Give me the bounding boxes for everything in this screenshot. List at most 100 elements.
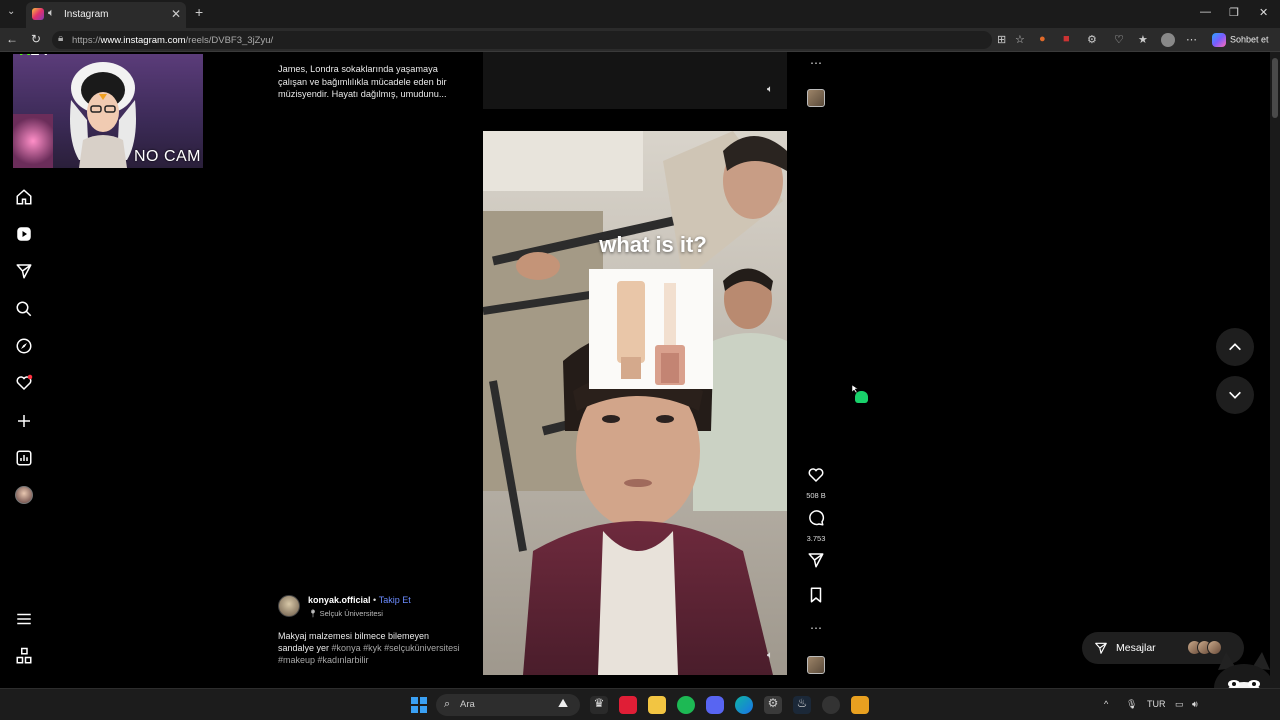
previous-reel-caption: James, Londra sokaklarında yaşamaya çalı… [278, 64, 447, 99]
search-highlight-icon: ⛰ [558, 696, 569, 710]
previous-reel-button[interactable] [1216, 328, 1254, 366]
previous-reel-audio-thumbnail[interactable] [807, 89, 825, 107]
tab-title: Instagram [64, 9, 109, 20]
tab-actions-chevron-icon[interactable]: ⌄ [7, 6, 15, 17]
previous-reel-video[interactable]: 🔈︎ [483, 52, 787, 109]
kick-badge: K24 [19, 54, 48, 60]
taskbar-search-placeholder: Ara [460, 699, 475, 710]
windows-start-icon[interactable] [411, 697, 427, 713]
follow-button[interactable]: Takip Et [379, 595, 411, 605]
also-from-meta-icon[interactable] [15, 647, 33, 665]
like-count: 508 B [806, 491, 826, 500]
maximize-icon[interactable]: ❐ [1229, 6, 1239, 19]
comment-count: 3.753 [806, 534, 826, 543]
reel-caption: Makyaj malzemesi bilmece bilemeyen sanda… [278, 630, 463, 666]
messages-label: Mesajlar [1116, 642, 1156, 654]
app-icon[interactable] [851, 696, 869, 714]
search-icon[interactable] [15, 300, 33, 318]
chevron-down-icon [1229, 391, 1241, 399]
app-icon[interactable]: ⚙ [764, 696, 782, 714]
performance-icon[interactable]: ♡ [1114, 33, 1124, 46]
steam-icon[interactable]: ♨ [793, 696, 811, 714]
streamer-webcam: K24 NO CAM [13, 54, 203, 168]
close-tab-icon[interactable]: ✕ [171, 7, 181, 21]
volume-icon[interactable]: 🔊︎ [1192, 699, 1198, 710]
input-language[interactable]: TUR [1147, 699, 1166, 709]
heart-icon [808, 468, 824, 483]
comment-button[interactable]: 3.753 [806, 509, 826, 543]
mute-icon[interactable]: 🔈︎ [767, 650, 773, 661]
file-explorer-icon[interactable] [648, 696, 666, 714]
copilot-button[interactable]: Sohbet et [1212, 33, 1269, 47]
new-tab-icon[interactable]: + [195, 4, 203, 20]
scrollbar-thumb[interactable] [1272, 58, 1278, 118]
author-avatar[interactable] [278, 595, 300, 617]
url-field[interactable]: 🔒︎ https://www.instagram.com/reels/DVBF3… [52, 31, 992, 49]
no-cam-label: NO CAM [134, 148, 201, 165]
audio-thumbnail[interactable] [807, 656, 825, 674]
more-icon[interactable]: ⋯ [1186, 33, 1197, 46]
microphone-icon[interactable]: 🎙︎ [1126, 699, 1137, 710]
instagram-favicon-icon [32, 8, 44, 20]
app-available-icon[interactable]: ⊞ [997, 33, 1006, 46]
browser-tab[interactable]: 🔈︎ Instagram ✕ [26, 2, 186, 28]
next-reel-button[interactable] [1216, 376, 1254, 414]
edge-icon[interactable] [735, 696, 753, 714]
url-text: https://www.instagram.com/reels/DVBF3_3j… [72, 35, 274, 46]
streamer-figure [70, 62, 136, 168]
bookmark-icon [810, 587, 822, 603]
spotify-icon[interactable] [677, 696, 695, 714]
author-username[interactable]: konyak.official [308, 595, 371, 605]
create-icon[interactable] [15, 412, 33, 430]
discord-icon[interactable] [706, 696, 724, 714]
address-bar-row: ← ↻ 🔒︎ https://www.instagram.com/reels/D… [0, 28, 1280, 52]
minimize-icon[interactable]: — [1200, 6, 1211, 18]
reels-icon[interactable] [15, 225, 33, 243]
menu-icon[interactable] [15, 610, 33, 628]
app-icon[interactable] [822, 696, 840, 714]
favorite-star-icon[interactable]: ☆ [1015, 33, 1025, 46]
app-icon[interactable]: ♛ [590, 696, 608, 714]
speaker-icon[interactable]: 🔈︎ [48, 7, 55, 20]
more-options-icon[interactable]: ⋯ [806, 621, 826, 635]
separator: • [373, 595, 377, 605]
direct-icon [1095, 642, 1107, 654]
location[interactable]: 📍︎ Selçuk Üniversitesi [308, 609, 383, 618]
author-line: konyak.official • Takip Et [308, 595, 411, 605]
favorites-icon[interactable]: ★ [1138, 33, 1148, 46]
profile-avatar[interactable] [15, 486, 33, 504]
tray-overflow-icon[interactable]: ^ [1104, 699, 1108, 709]
explore-icon[interactable] [15, 337, 33, 355]
refresh-icon[interactable]: ↻ [31, 32, 41, 46]
browser-tab-bar: ⌄ 🔈︎ Instagram ✕ + — ❐ ✕ [0, 0, 1280, 28]
extension-icon[interactable]: ■ [1063, 33, 1070, 45]
back-icon[interactable]: ← [6, 32, 18, 46]
network-icon[interactable]: ▭ [1175, 699, 1184, 710]
profile-avatar[interactable] [1161, 33, 1175, 47]
notifications-icon[interactable] [15, 374, 33, 392]
copilot-icon [1212, 33, 1226, 47]
extension-icon[interactable]: ● [1039, 33, 1046, 45]
overlay-text: what is it? [599, 232, 707, 257]
share-button[interactable] [806, 551, 826, 574]
app-icon[interactable] [619, 696, 637, 714]
save-button[interactable] [806, 586, 826, 609]
mute-icon[interactable]: 🔈︎ [767, 84, 773, 95]
windows-taskbar: ⌕ Ara ⛰ ♛ ⚙ ♨ ^ 🎙︎ TUR ▭ 🔊︎ [0, 688, 1280, 720]
comment-icon [809, 510, 825, 526]
home-icon[interactable] [15, 188, 33, 206]
site-info-icon[interactable]: 🔒︎ [58, 33, 63, 44]
reel-video[interactable]: what is it? 🔈︎ [483, 131, 787, 675]
dashboard-icon[interactable] [15, 449, 33, 467]
close-window-icon[interactable]: ✕ [1259, 6, 1268, 19]
page-scrollbar[interactable] [1270, 52, 1280, 688]
previous-reel-more-icon[interactable]: ⋯ [806, 56, 826, 70]
share-icon [808, 553, 824, 568]
chevron-up-icon [1229, 343, 1241, 351]
direct-icon[interactable] [15, 262, 33, 280]
search-icon: ⌕ [444, 698, 451, 710]
like-button[interactable]: 508 B [806, 466, 826, 500]
extensions-puzzle-icon[interactable]: ⚙ [1087, 33, 1097, 46]
taskbar-search[interactable]: ⌕ Ara ⛰ [436, 694, 580, 716]
pillow [13, 114, 53, 168]
